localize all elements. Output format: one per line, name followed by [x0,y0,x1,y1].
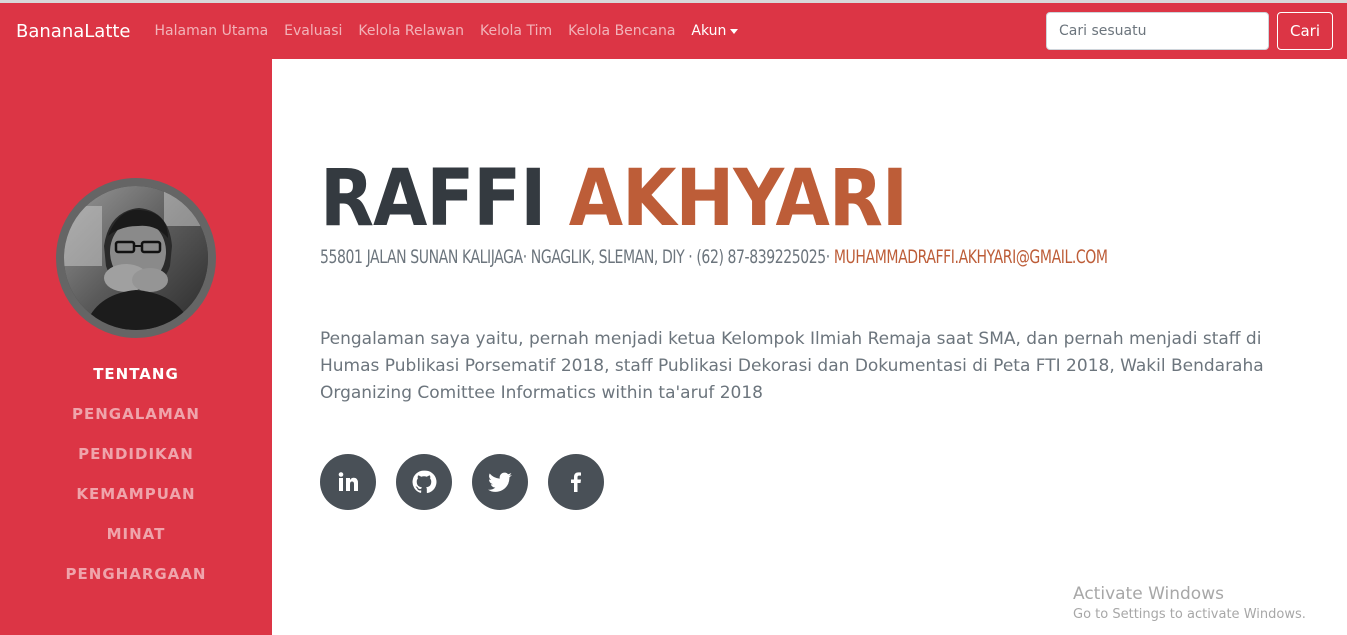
twitter-icon [488,472,512,492]
sidebar-item-pengalaman[interactable]: PENGALAMAN [0,404,272,444]
sidebar: TENTANG PENGALAMAN PENDIDIKAN KEMAMPUAN … [0,59,272,635]
sidebar-item-minat[interactable]: MINAT [0,524,272,564]
search-form: Cari [1046,12,1333,50]
sidebar-item-kemampuan[interactable]: KEMAMPUAN [0,484,272,524]
sidebar-item-pendidikan[interactable]: PENDIDIKAN [0,444,272,484]
avatar [56,178,216,338]
nav-links: Halaman Utama Evaluasi Kelola Relawan Ke… [147,23,747,39]
nav-link-kelola-bencana[interactable]: Kelola Bencana [560,23,683,39]
caret-down-icon [730,28,739,34]
github-icon [412,470,437,494]
about-text: Pengalaman saya yaitu, pernah menjadi ke… [320,329,1264,403]
linkedin-icon [338,472,358,491]
navbar: BananaLatte Halaman Utama Evaluasi Kelol… [0,3,1347,59]
account-dropdown[interactable]: Akun [683,23,746,39]
first-name: RAFFI [320,154,546,244]
profile-name: RAFFI AKHYARI [320,154,908,244]
search-button[interactable]: Cari [1277,12,1333,50]
main-content: RAFFI AKHYARI 55801 JALAN SUNAN KALIJAGA… [272,59,1347,635]
facebook-icon [571,472,581,492]
nav-link-kelola-tim[interactable]: Kelola Tim [472,23,560,39]
address-phone: 55801 JALAN SUNAN KALIJAGA· NGAGLIK, SLE… [320,246,834,268]
github-button[interactable] [396,454,452,510]
account-dropdown-label: Akun [691,23,727,39]
watermark-title: Activate Windows [1073,584,1224,604]
sidebar-nav: TENTANG PENGALAMAN PENDIDIKAN KEMAMPUAN … [0,364,272,604]
profile-photo [64,186,208,330]
twitter-button[interactable] [472,454,528,510]
search-input[interactable] [1046,12,1269,50]
sidebar-item-tentang[interactable]: TENTANG [0,364,272,404]
linkedin-button[interactable] [320,454,376,510]
sidebar-item-penghargaan[interactable]: PENGHARGAAN [0,564,272,604]
windows-activation-watermark: Activate Windows Go to Settings to activ… [1073,583,1306,625]
brand-link[interactable]: BananaLatte [16,21,131,42]
email-link[interactable]: MUHAMMADRAFFI.AKHYARI@GMAIL.COM [834,246,1108,268]
nav-link-halaman-utama[interactable]: Halaman Utama [147,23,277,39]
nav-link-evaluasi[interactable]: Evaluasi [276,23,350,39]
watermark-subtitle: Go to Settings to activate Windows. [1073,607,1306,622]
nav-link-kelola-relawan[interactable]: Kelola Relawan [350,23,472,39]
social-icons [320,454,624,510]
contact-info: 55801 JALAN SUNAN KALIJAGA· NGAGLIK, SLE… [320,246,1108,268]
facebook-button[interactable] [548,454,604,510]
last-name: AKHYARI [568,154,908,244]
